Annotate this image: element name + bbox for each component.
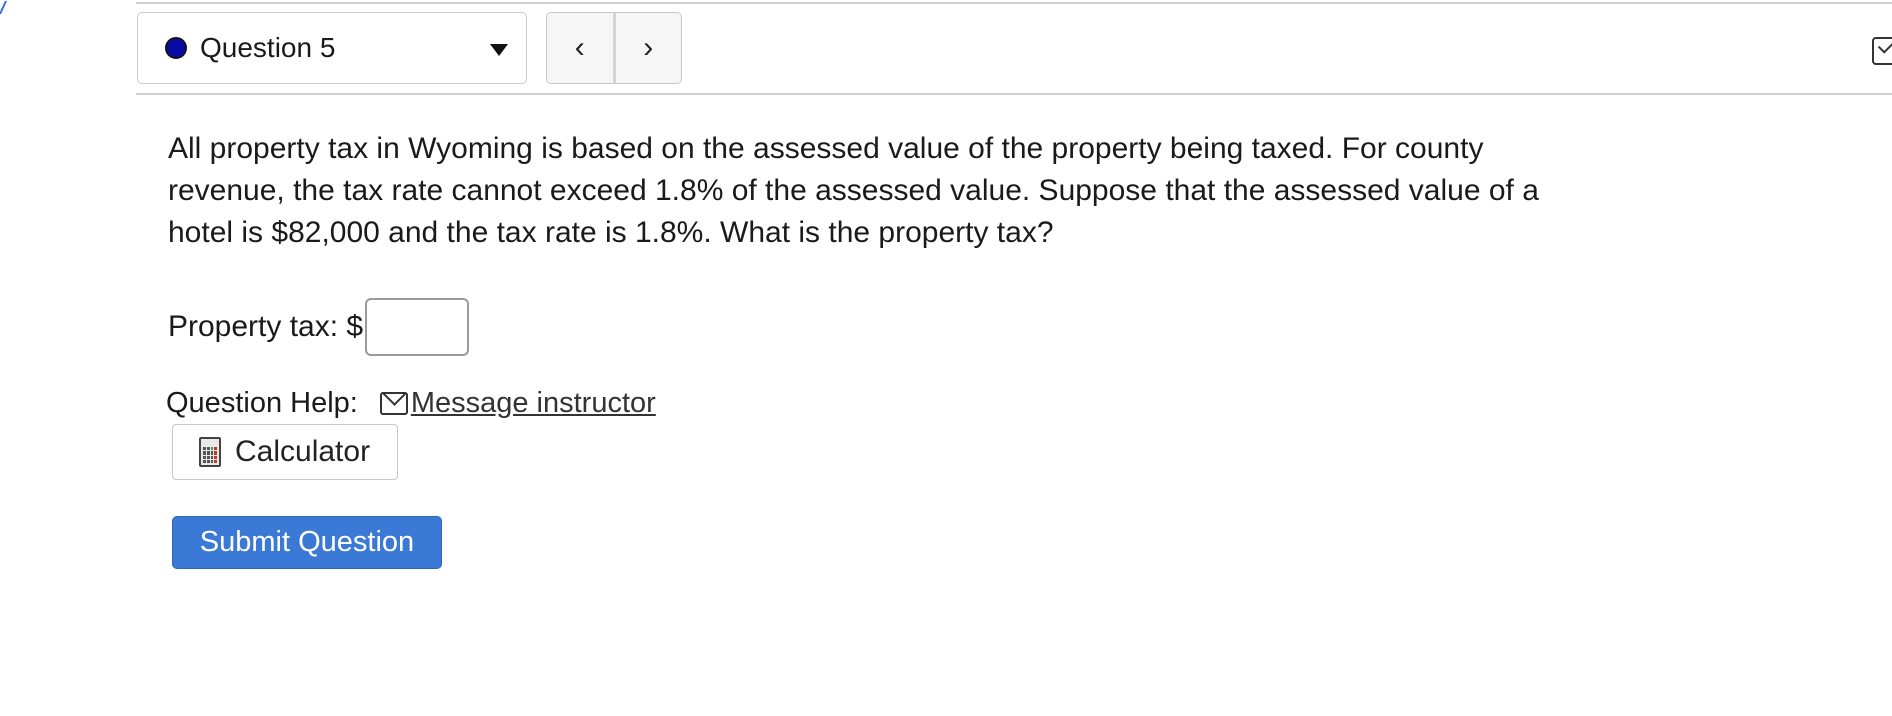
calculator-label: Calculator [235, 435, 371, 468]
question-selector-label: Question 5 [200, 32, 336, 63]
message-instructor-link[interactable]: Message instructor [411, 387, 656, 420]
question-status-dot [165, 37, 187, 59]
submit-question-button[interactable]: Submit Question [172, 516, 442, 569]
envelope-icon [379, 392, 408, 415]
partial-edge-mark [0, 0, 7, 14]
top-divider [136, 2, 1892, 4]
property-tax-input[interactable] [365, 298, 470, 356]
calculator-button[interactable]: Calculator [172, 424, 398, 480]
next-question-button[interactable]: › [612, 13, 682, 83]
question-nav: ‹ › [546, 12, 682, 84]
answer-row: Property tax: $ [168, 298, 470, 356]
chevron-right-icon: › [643, 31, 654, 64]
chevron-left-icon: ‹ [574, 31, 585, 64]
question-help-label: Question Help: [166, 387, 358, 419]
question-text: All property tax in Wyoming is based on … [168, 132, 1539, 249]
checkbox-icon[interactable] [1872, 37, 1892, 65]
answer-label: Property tax: $ [168, 310, 364, 343]
calculator-icon [199, 437, 221, 467]
header-divider [136, 93, 1892, 95]
question-selector[interactable]: Question 5 [137, 12, 527, 84]
caret-down-icon [490, 44, 508, 56]
previous-question-button[interactable]: ‹ [547, 13, 613, 83]
question-help-row: Question Help: Message instructor [166, 387, 656, 420]
